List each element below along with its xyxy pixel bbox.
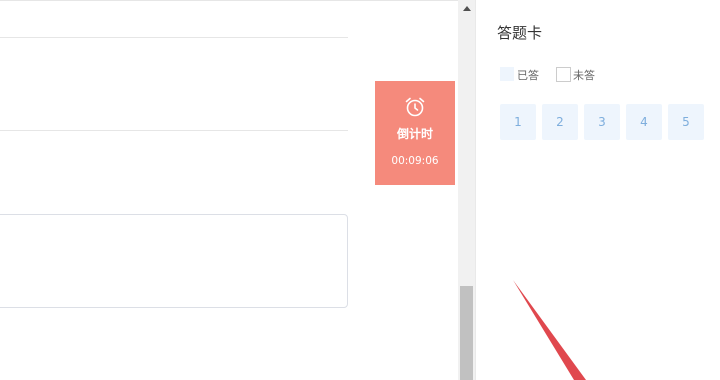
red-arrow-annotation <box>513 280 586 380</box>
